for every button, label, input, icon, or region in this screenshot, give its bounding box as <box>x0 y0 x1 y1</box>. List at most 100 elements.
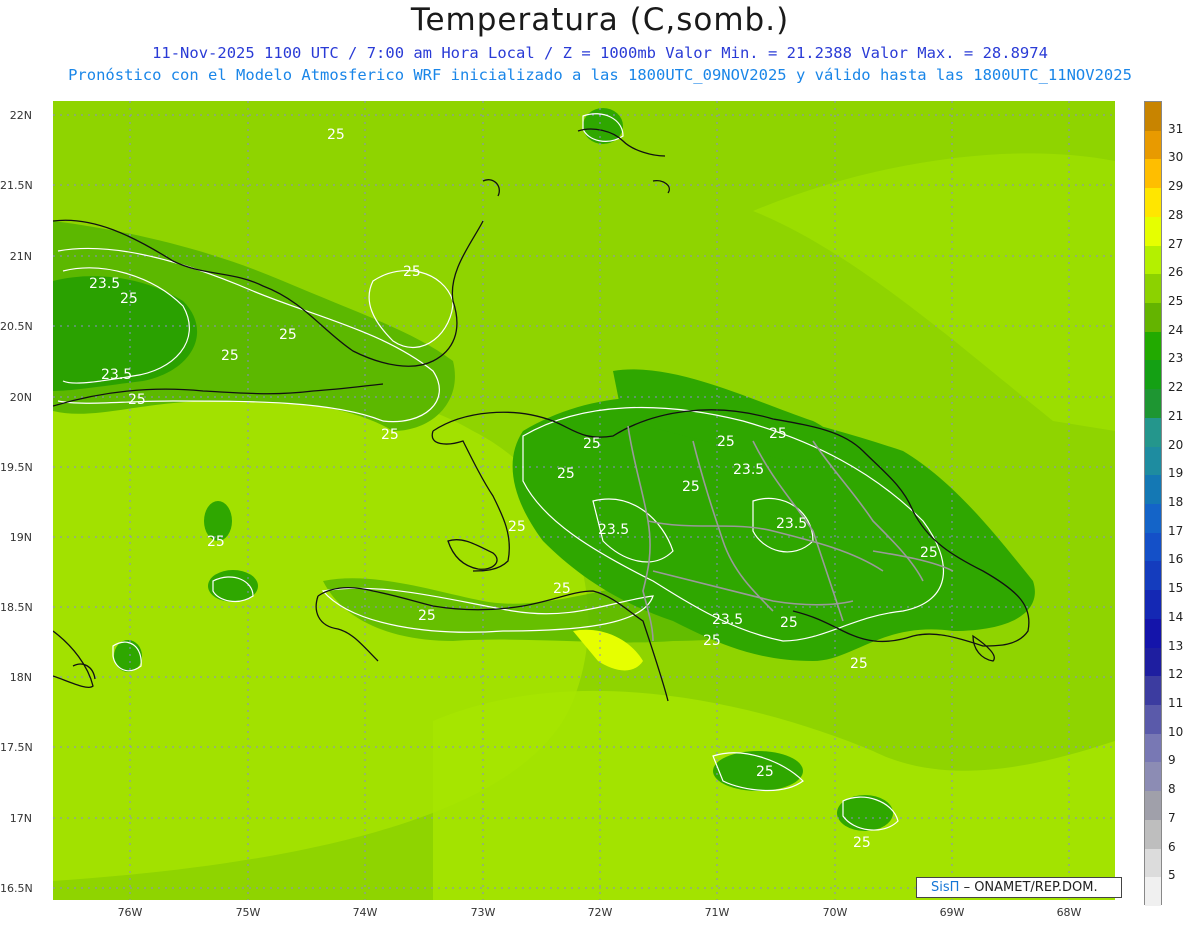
colorbar-swatch <box>1145 130 1161 160</box>
colorbar-tick-label: 25 <box>1168 294 1184 308</box>
contour-label: 25 <box>508 519 526 535</box>
lat-label: 21N <box>9 250 32 263</box>
contour-label: 25 <box>279 327 297 343</box>
colorbar-tick-label: 10 <box>1168 724 1184 739</box>
credit-box: SisΠ – ONAMET/REP.DOM. <box>916 877 1122 898</box>
contour-label: 25 <box>381 427 399 443</box>
colorbar-swatch <box>1145 274 1161 304</box>
colorbar-tick-label: 19 <box>1168 466 1184 481</box>
contour-label: 25 <box>920 545 938 561</box>
colorbar-swatch <box>1145 360 1161 390</box>
colorbar-tick-label: 30 <box>1168 150 1184 165</box>
contour-label: 25 <box>853 835 871 851</box>
contour-label: 23.5 <box>89 276 120 292</box>
colorbar-tick-label: 13 <box>1168 638 1184 653</box>
contour-label: 25 <box>756 764 774 780</box>
lat-label: 20.5N <box>0 320 33 333</box>
lon-label: 76W <box>117 906 143 919</box>
lat-label: 16.5N <box>0 882 33 895</box>
colorbar-swatch <box>1145 647 1161 677</box>
colorbar-swatch <box>1145 504 1161 534</box>
colorbar-tick-label: 26 <box>1168 265 1184 280</box>
colorbar-swatch <box>1145 331 1161 361</box>
colorbar-tick-label: 17 <box>1168 523 1184 538</box>
colorbar-swatch <box>1145 733 1161 763</box>
lon-label: 75W <box>235 906 261 919</box>
colorbar-tick-label: 12 <box>1168 667 1184 682</box>
colorbar-swatch <box>1145 676 1161 706</box>
lon-label: 73W <box>470 906 496 919</box>
credit-text: – ONAMET/REP.DOM. <box>963 880 1098 895</box>
colorbar-tick-label: 23 <box>1168 351 1184 366</box>
map-title: Temperatura (C,somb.) <box>410 2 790 38</box>
lat-label: 19.5N <box>0 461 33 474</box>
lon-label: 69W <box>939 906 965 919</box>
colorbar-swatch <box>1145 819 1161 850</box>
colorbar-tick-label: 16 <box>1168 552 1184 567</box>
contour-label: 25 <box>418 608 436 624</box>
colorbar-tick-label: 7 <box>1168 810 1176 825</box>
lon-label: 70W <box>822 906 848 919</box>
colorbar-swatch <box>1145 188 1161 218</box>
colorbar-tick-label: 5 <box>1168 868 1176 883</box>
colorbar-swatch <box>1145 618 1161 649</box>
colorbar-swatch <box>1145 102 1161 132</box>
colorbar-tick-label: 29 <box>1168 179 1184 194</box>
colorbar-tick-label: 14 <box>1168 609 1184 624</box>
contour-label: 25 <box>553 581 571 597</box>
contour-label: 23.5 <box>101 367 132 383</box>
lat-label: 22N <box>9 109 32 122</box>
colorbar-tick-label: 15 <box>1168 581 1184 596</box>
map-canvas: 23.5 23.5 25 25 25 25 25 25 25 25 25 25 … <box>53 101 1115 900</box>
contour-label: 25 <box>703 633 721 649</box>
contour-label: 25 <box>583 436 601 452</box>
contour-label: 23.5 <box>598 522 629 538</box>
colorbar-swatch <box>1145 389 1161 419</box>
colorbar-swatch <box>1145 446 1161 476</box>
colorbar-tick-label: 9 <box>1168 753 1176 768</box>
lat-label: 20N <box>9 391 32 404</box>
lat-label: 18N <box>9 671 32 684</box>
sispi-logo: SisΠ <box>931 880 960 895</box>
contour-label: 23.5 <box>712 612 743 628</box>
lon-label: 74W <box>352 906 378 919</box>
colorbar-tick-label: 22 <box>1168 380 1184 395</box>
colorbar-tick-label: 20 <box>1168 437 1184 452</box>
colorbar-swatch <box>1145 590 1161 620</box>
colorbar-swatch <box>1145 303 1161 333</box>
colorbar-swatch <box>1145 705 1161 735</box>
lon-label: 68W <box>1056 906 1082 919</box>
colorbar-tick-label: 27 <box>1168 236 1184 251</box>
temperature-map: 23.5 23.5 25 25 25 25 25 25 25 25 25 25 … <box>53 101 1115 900</box>
lon-label: 71W <box>704 906 730 919</box>
contour-label: 23.5 <box>776 516 807 532</box>
lat-label: 17N <box>9 812 32 825</box>
contour-label: 25 <box>221 348 239 364</box>
colorbar-tick-label: 24 <box>1168 322 1184 337</box>
model-info-subtitle: Pronóstico con el Modelo Atmosferico WRF… <box>68 66 1132 84</box>
colorbar-tick-label: 21 <box>1168 408 1184 423</box>
contour-label: 25 <box>557 466 575 482</box>
colorbar-swatch <box>1145 848 1161 878</box>
colorbar-swatch <box>1145 216 1161 247</box>
temperature-colorbar <box>1144 101 1162 907</box>
contour-label: 25 <box>717 434 735 450</box>
contour-label: 25 <box>769 426 787 442</box>
colorbar-tick-label: 6 <box>1168 839 1176 854</box>
contour-label: 25 <box>682 479 700 495</box>
colorbar-swatch <box>1145 532 1161 562</box>
colorbar-swatch <box>1145 877 1161 907</box>
colorbar-swatch <box>1145 475 1161 505</box>
valid-time-subtitle: 11-Nov-2025 1100 UTC / 7:00 am Hora Loca… <box>152 44 1048 62</box>
lat-label: 17.5N <box>0 741 33 754</box>
colorbar-tick-label: 18 <box>1168 495 1184 509</box>
lat-label: 19N <box>9 531 32 544</box>
contour-label: 25 <box>120 291 138 307</box>
colorbar-swatch <box>1145 159 1161 189</box>
contour-label: 25 <box>780 615 798 631</box>
lon-label: 72W <box>587 906 613 919</box>
colorbar-tick-label: 8 <box>1168 782 1176 797</box>
colorbar-tick-label: 31 <box>1168 121 1184 136</box>
colorbar-tick-label: 11 <box>1168 696 1184 710</box>
colorbar-swatch <box>1145 791 1161 821</box>
